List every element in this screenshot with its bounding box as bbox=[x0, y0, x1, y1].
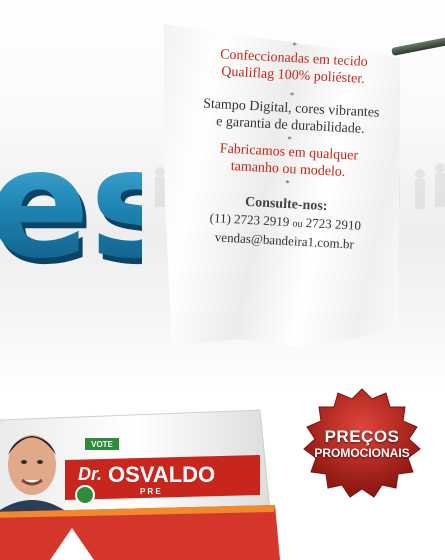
letters-face: es bbox=[0, 118, 142, 286]
flag-text-block: * Confeccionadas em tecido Qualiflag 100… bbox=[160, 34, 413, 346]
party-circle bbox=[75, 485, 95, 505]
campaign-flag: VOTE Dr. OSVALDO P R E bbox=[0, 409, 280, 560]
phone-2: 2723 2910 bbox=[305, 215, 362, 233]
promo-badge-text: PREÇOS PROMOCIONAIS bbox=[292, 427, 432, 461]
title-text: Dr. bbox=[78, 464, 102, 484]
vote-label: VOTE bbox=[91, 440, 113, 449]
big-3d-letters: es es bbox=[0, 118, 142, 286]
phone-1: (11) 2723 2919 bbox=[209, 210, 290, 230]
phone-separator: ou bbox=[292, 218, 303, 230]
badge-line-1: PREÇOS bbox=[324, 427, 400, 446]
badge-line-2: PROMOCIONAIS bbox=[314, 446, 410, 460]
candidate-subtitle: P R E bbox=[140, 487, 161, 496]
candidate-name: OSVALDO bbox=[108, 462, 215, 487]
